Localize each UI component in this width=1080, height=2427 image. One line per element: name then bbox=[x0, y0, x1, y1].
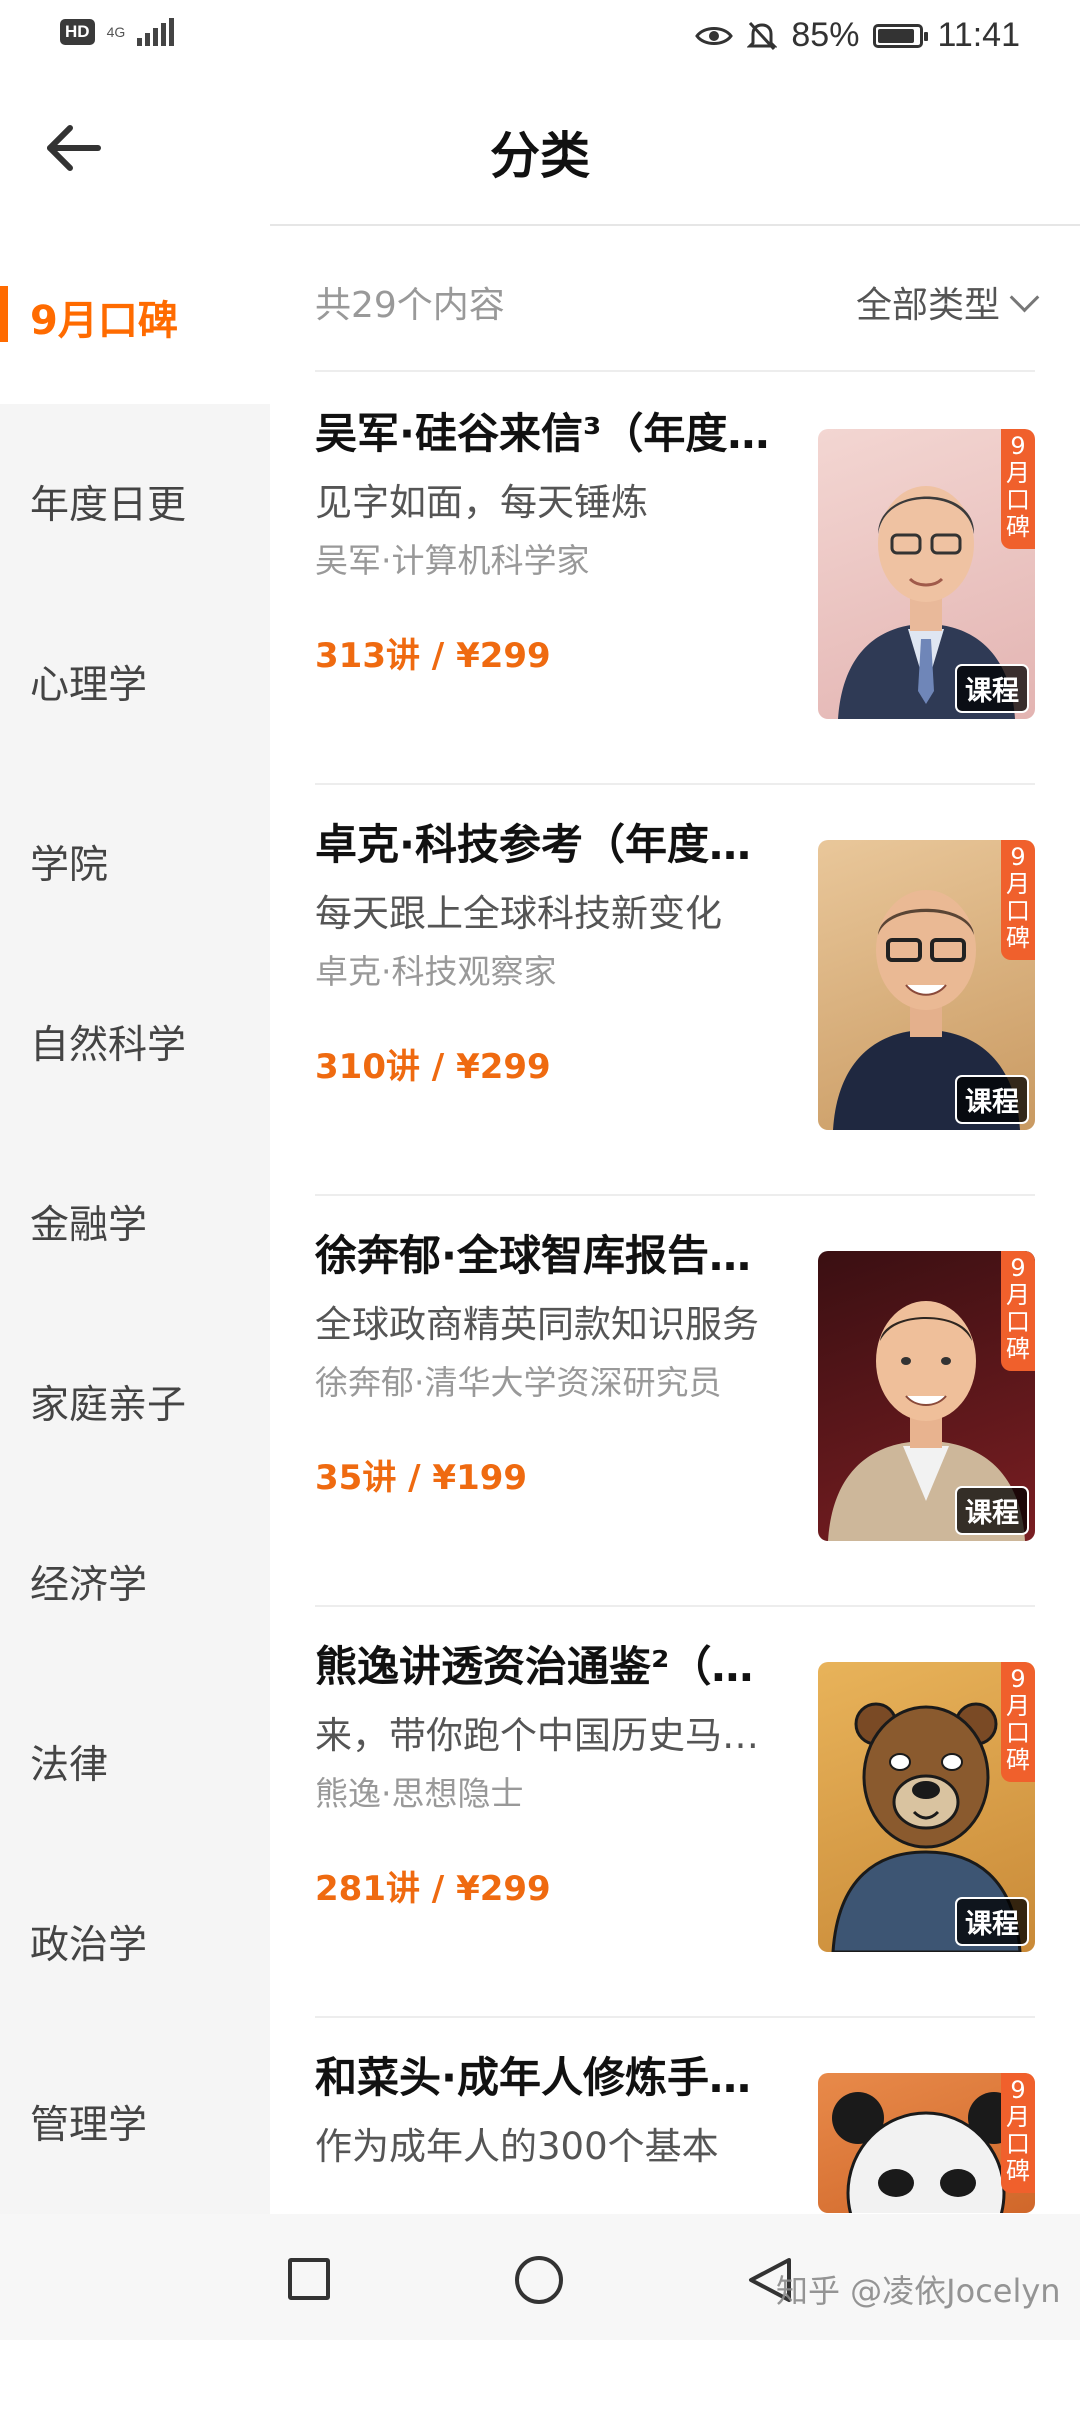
network-type: 4G bbox=[106, 24, 126, 40]
course-item[interactable]: 徐奔郁·全球智库报告… 全球政商精英同款知识服务 徐奔郁·清华大学资深研究员 3… bbox=[315, 1194, 1035, 1607]
sidebar-item-active[interactable]: 9月口碑 bbox=[0, 224, 270, 404]
course-tag: 课程 bbox=[955, 664, 1029, 713]
month-badge: 9月口碑 bbox=[1001, 840, 1035, 960]
sidebar-item-economics[interactable]: 经济学 bbox=[30, 1554, 147, 1610]
course-price: 281讲 / ¥299 bbox=[315, 1869, 551, 1909]
course-author: 熊逸·思想隐士 bbox=[315, 1774, 524, 1813]
sidebar-item-politics[interactable]: 政治学 bbox=[30, 1914, 147, 1970]
course-item[interactable]: 卓克·科技参考（年度… 每天跟上全球科技新变化 卓克·科技观察家 310讲 / … bbox=[315, 783, 1035, 1196]
course-tag: 课程 bbox=[955, 1897, 1029, 1946]
sidebar-item-law[interactable]: 法律 bbox=[30, 1734, 108, 1790]
course-price: 313讲 / ¥299 bbox=[315, 636, 551, 676]
course-title: 徐奔郁·全球智库报告… bbox=[315, 1231, 751, 1280]
course-author: 卓克·科技观察家 bbox=[315, 952, 557, 991]
sidebar-item-management[interactable]: 管理学 bbox=[30, 2094, 147, 2150]
month-badge: 9月口碑 bbox=[1001, 1662, 1035, 1782]
course-tag: 课程 bbox=[955, 1486, 1029, 1535]
app-header: 分类 bbox=[0, 72, 1080, 226]
course-subtitle: 来，带你跑个中国历史马… bbox=[315, 1714, 759, 1757]
course-cover[interactable]: 9月口碑 bbox=[818, 2073, 1035, 2213]
course-price: 35讲 / ¥199 bbox=[315, 1458, 528, 1498]
month-badge: 9月口碑 bbox=[1001, 1251, 1035, 1371]
status-right: 85% 11:41 bbox=[695, 16, 1020, 55]
sidebar-item-annual-daily[interactable]: 年度日更 bbox=[30, 474, 186, 530]
hd-icon: HD bbox=[60, 19, 95, 45]
chevron-down-icon bbox=[1009, 282, 1040, 312]
type-filter-label: 全部类型 bbox=[855, 285, 1000, 326]
course-title: 卓克·科技参考（年度… bbox=[315, 820, 751, 869]
bell-muted-icon bbox=[747, 21, 778, 50]
course-cover[interactable]: 9月口碑 课程 bbox=[818, 429, 1035, 719]
course-tag: 课程 bbox=[955, 1075, 1029, 1124]
category-sidebar: 9月口碑 年度日更 心理学 学院 自然科学 金融学 家庭亲子 经济学 法律 政治… bbox=[0, 224, 270, 2214]
course-title: 和菜头·成年人修炼手… bbox=[315, 2053, 751, 2102]
course-author: 徐奔郁·清华大学资深研究员 bbox=[315, 1363, 722, 1402]
status-left: HD 4G bbox=[60, 18, 175, 46]
battery-icon bbox=[873, 23, 929, 48]
course-subtitle: 作为成年人的300个基本 bbox=[315, 2125, 719, 2168]
course-title: 熊逸讲透资治通鉴²（… bbox=[315, 1642, 754, 1691]
course-price: 310讲 / ¥299 bbox=[315, 1047, 551, 1087]
month-badge: 9月口碑 bbox=[1001, 429, 1035, 549]
course-cover[interactable]: 9月口碑 课程 bbox=[818, 1251, 1035, 1541]
course-cover[interactable]: 9月口碑 课程 bbox=[818, 1662, 1035, 1952]
eye-icon bbox=[695, 26, 734, 45]
filter-row: 共29个内容 全部类型 bbox=[315, 224, 1040, 372]
sidebar-item-natural-science[interactable]: 自然科学 bbox=[30, 1014, 186, 1070]
item-count: 共29个内容 bbox=[315, 285, 505, 326]
watermark: 知乎 @凌依Jocelyn bbox=[776, 2272, 1061, 2310]
month-badge: 9月口碑 bbox=[1001, 2073, 1035, 2193]
type-filter-dropdown[interactable]: 全部类型 bbox=[855, 276, 1040, 328]
course-subtitle: 全球政商精英同款知识服务 bbox=[315, 1303, 759, 1346]
page-title: 分类 bbox=[490, 127, 590, 185]
home-circle-icon[interactable] bbox=[515, 2256, 563, 2304]
active-indicator bbox=[0, 286, 8, 342]
sidebar-item-psychology[interactable]: 心理学 bbox=[30, 654, 147, 710]
status-bar: HD 4G 85% 11:41 bbox=[0, 0, 1080, 72]
course-author: 吴军·计算机科学家 bbox=[315, 541, 590, 580]
course-subtitle: 见字如面，每天锤炼 bbox=[315, 481, 648, 524]
battery-percent: 85% bbox=[791, 16, 860, 54]
signal-icon bbox=[137, 18, 175, 46]
course-item[interactable]: 熊逸讲透资治通鉴²（… 来，带你跑个中国历史马… 熊逸·思想隐士 281讲 / … bbox=[315, 1605, 1035, 2018]
course-item[interactable]: 吴军·硅谷来信³（年度… 见字如面，每天锤炼 吴军·计算机科学家 313讲 / … bbox=[315, 372, 1035, 785]
sidebar-item-family[interactable]: 家庭亲子 bbox=[30, 1374, 186, 1430]
course-subtitle: 每天跟上全球科技新变化 bbox=[315, 892, 722, 935]
sidebar-item-label: 9月口碑 bbox=[30, 298, 178, 344]
sidebar-item-college[interactable]: 学院 bbox=[30, 834, 108, 890]
sidebar-item-finance[interactable]: 金融学 bbox=[30, 1194, 147, 1250]
recents-square-icon[interactable] bbox=[288, 2258, 330, 2300]
course-cover[interactable]: 9月口碑 课程 bbox=[818, 840, 1035, 1130]
clock: 11:41 bbox=[937, 16, 1020, 54]
course-title: 吴军·硅谷来信³（年度… bbox=[315, 409, 770, 458]
system-nav-bar: 知乎 @凌依Jocelyn bbox=[0, 2214, 1080, 2340]
